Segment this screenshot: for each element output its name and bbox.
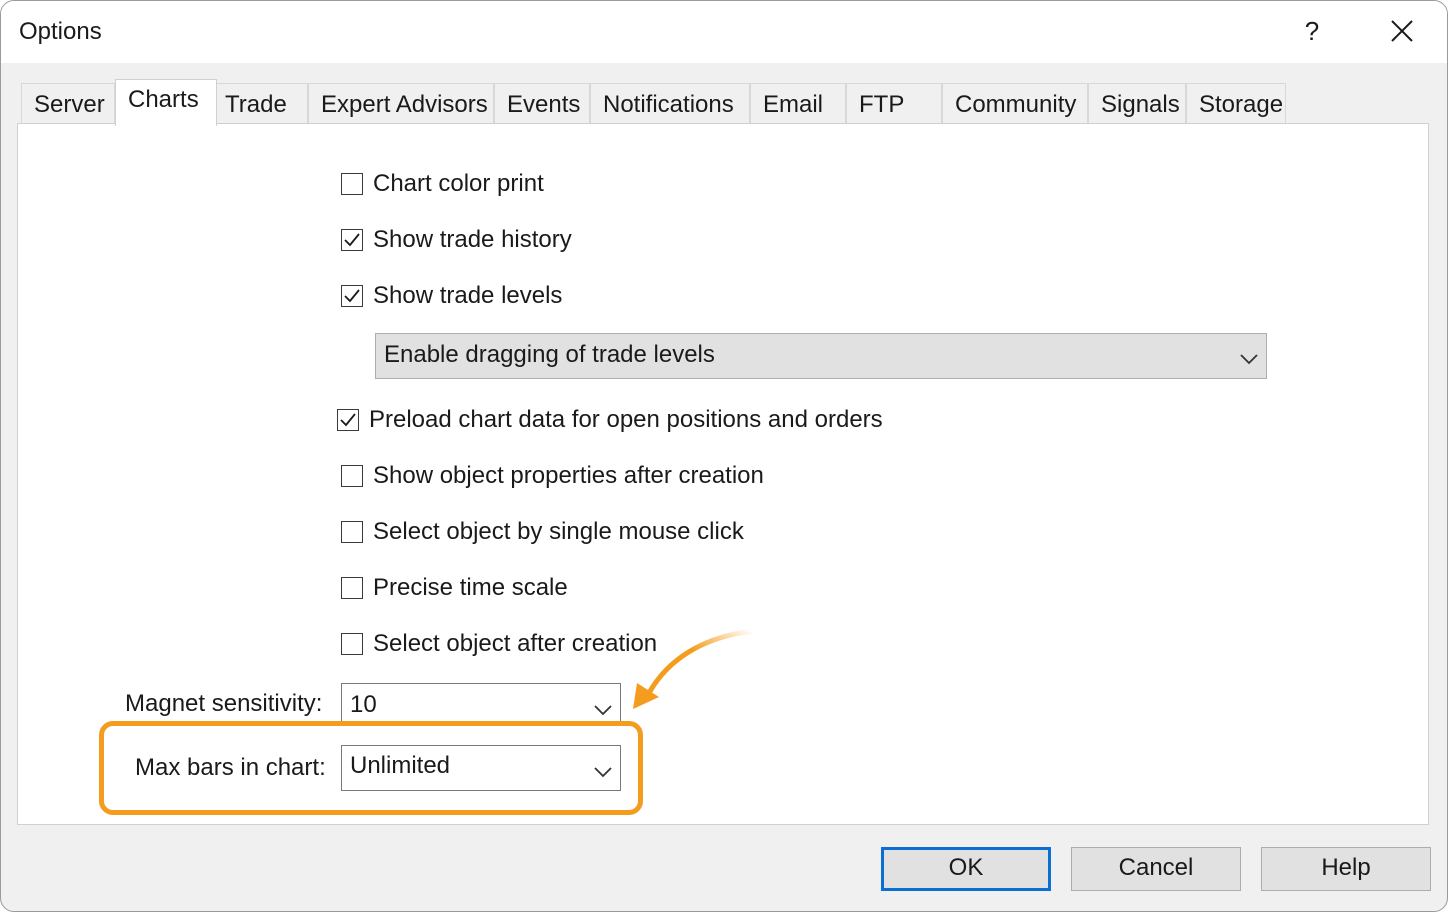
chart-color-print-checkbox[interactable] (341, 173, 363, 195)
help-button[interactable]: Help (1261, 847, 1431, 891)
tab-expert-advisors[interactable]: Expert Advisors (308, 83, 494, 123)
options-dialog: Options ? Server Charts Trade Expert Adv… (0, 0, 1448, 912)
preload-chart-data-checkbox[interactable] (337, 409, 359, 431)
checkmark-icon (340, 413, 356, 427)
ok-button[interactable]: OK (881, 847, 1051, 891)
tab-ftp[interactable]: FTP (846, 83, 942, 123)
checkmark-icon (344, 233, 360, 247)
help-icon[interactable]: ? (1297, 11, 1327, 51)
tab-strip: Server Charts Trade Expert Advisors Even… (1, 63, 1447, 126)
select-by-single-click-label: Select object by single mouse click (373, 518, 744, 545)
show-trade-levels-checkbox[interactable] (341, 285, 363, 307)
tab-charts[interactable]: Charts (115, 79, 217, 126)
chevron-down-icon (592, 760, 614, 778)
tab-community[interactable]: Community (942, 83, 1088, 123)
checkmark-icon (344, 289, 360, 303)
select-after-creation-checkbox[interactable] (341, 633, 363, 655)
tab-server[interactable]: Server (21, 83, 115, 123)
magnet-sensitivity-value: 10 (350, 691, 377, 718)
tab-notifications[interactable]: Notifications (590, 83, 750, 123)
magnet-sensitivity-label: Magnet sensitivity: (125, 690, 323, 717)
chevron-down-icon (1238, 347, 1260, 365)
show-trade-history-label: Show trade history (373, 226, 572, 253)
chevron-down-icon (592, 698, 614, 716)
precise-time-scale-checkbox[interactable] (341, 577, 363, 599)
precise-time-scale-label: Precise time scale (373, 574, 568, 601)
close-icon[interactable] (1385, 13, 1419, 49)
max-bars-value: Unlimited (350, 752, 451, 779)
trade-levels-dropdown-value: Enable dragging of trade levels (384, 341, 715, 368)
show-trade-history-checkbox[interactable] (341, 229, 363, 251)
title-bar: Options ? (1, 1, 1447, 63)
cancel-button[interactable]: Cancel (1071, 847, 1241, 891)
tab-trade[interactable]: Trade (212, 83, 308, 123)
tab-signals[interactable]: Signals (1088, 83, 1186, 123)
chart-color-print-label: Chart color print (373, 170, 544, 197)
select-after-creation-label: Select object after creation (373, 630, 658, 657)
select-by-single-click-checkbox[interactable] (341, 521, 363, 543)
magnet-sensitivity-dropdown[interactable]: 10 (341, 683, 621, 723)
trade-levels-dropdown[interactable]: Enable dragging of trade levels (375, 333, 1267, 379)
show-trade-levels-label: Show trade levels (373, 282, 563, 309)
tab-email[interactable]: Email (750, 83, 846, 123)
max-bars-label: Max bars in chart: (135, 754, 326, 781)
max-bars-dropdown[interactable]: Unlimited (341, 745, 621, 791)
window-title: Options (19, 18, 102, 45)
tab-events[interactable]: Events (494, 83, 590, 123)
tab-storage[interactable]: Storage (1186, 83, 1286, 123)
preload-chart-data-label: Preload chart data for open positions an… (369, 406, 883, 433)
show-object-properties-label: Show object properties after creation (373, 462, 764, 489)
show-object-properties-checkbox[interactable] (341, 465, 363, 487)
